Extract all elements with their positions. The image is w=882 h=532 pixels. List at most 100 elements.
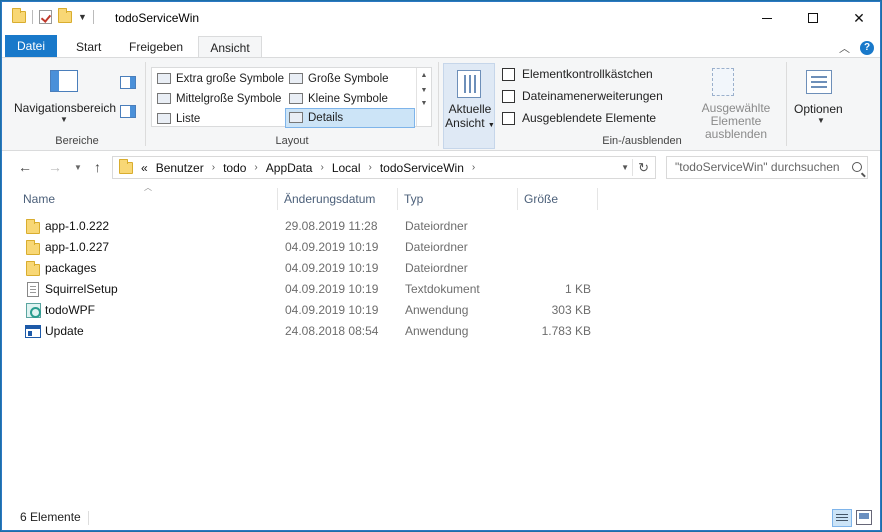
scroll-up-icon[interactable]: ▲ — [417, 72, 431, 79]
breadcrumb-overflow[interactable]: « — [141, 161, 148, 175]
back-arrow-icon[interactable]: ← — [18, 159, 32, 175]
minimize-icon — [762, 17, 772, 19]
file-size: 303 KB — [551, 303, 591, 317]
layout-large-icons[interactable]: Große Symbole — [286, 70, 414, 88]
chevron-right-icon[interactable]: › — [320, 162, 323, 173]
up-arrow-icon[interactable]: ↑ — [94, 159, 101, 175]
breadcrumb-todo[interactable]: todo — [223, 161, 246, 175]
ribbon: Navigationsbereich ▼ Bereiche Extra groß… — [2, 57, 880, 151]
file-name: SquirrelSetup — [45, 282, 118, 296]
file-row[interactable]: SquirrelSetup 04.09.2019 10:19 Textdokum… — [20, 279, 620, 300]
column-separator[interactable] — [517, 188, 518, 210]
address-history-chevron-icon[interactable]: ▼ — [621, 163, 629, 172]
chevron-down-icon[interactable]: ▼ — [60, 115, 68, 124]
search-icon[interactable] — [852, 162, 862, 172]
refresh-icon[interactable]: ↻ — [638, 160, 649, 176]
column-separator[interactable] — [597, 188, 598, 210]
file-row[interactable]: app-1.0.227 04.09.2019 10:19 Dateiordner — [20, 237, 620, 258]
checkbox[interactable] — [502, 89, 515, 103]
address-separator — [632, 159, 633, 176]
customize-toolbar-chevron-icon[interactable]: ▼ — [78, 12, 87, 22]
file-name: Update — [45, 324, 84, 338]
breadcrumb-benutzer[interactable]: Benutzer — [156, 161, 204, 175]
file-type: Textdokument — [405, 282, 480, 296]
file-type: Dateiordner — [405, 261, 468, 275]
help-icon[interactable]: ? — [860, 41, 874, 55]
chevron-right-icon[interactable]: › — [369, 162, 372, 173]
file-type: Dateiordner — [405, 240, 468, 254]
collapse-ribbon-icon[interactable]: ︿ — [839, 40, 850, 56]
details-view-icon[interactable] — [832, 509, 852, 527]
quick-access-toolbar: ▼ — [12, 8, 94, 24]
current-view-line1: Aktuelle — [448, 102, 492, 116]
file-row[interactable]: todoWPF 04.09.2019 10:19 Anwendung 303 K… — [20, 300, 620, 321]
layout-scroll[interactable]: ▲ ▼ ▼ — [416, 68, 431, 126]
navigation-pane-icon[interactable] — [50, 70, 78, 92]
chevron-right-icon[interactable]: › — [472, 162, 475, 173]
file-row[interactable]: packages 04.09.2019 10:19 Dateiordner — [20, 258, 620, 279]
tab-start[interactable]: Start — [64, 36, 113, 58]
chevron-right-icon[interactable]: › — [212, 162, 215, 173]
layout-extra-large-icons[interactable]: Extra große Symbole — [154, 70, 284, 88]
options-icon[interactable] — [806, 70, 832, 94]
column-header-size[interactable]: Größe — [524, 186, 558, 212]
preview-pane-icon[interactable] — [120, 76, 136, 89]
new-folder-icon[interactable] — [58, 8, 72, 23]
recent-locations-chevron-icon[interactable]: ▼ — [74, 163, 82, 172]
folder-icon — [26, 219, 40, 234]
navigation-pane-button[interactable]: Navigationsbereich — [14, 101, 116, 115]
layout-medium-icons[interactable]: Mittelgroße Symbole — [154, 90, 284, 108]
layout-item-label: Große Symbole — [308, 73, 389, 85]
checkbox[interactable] — [502, 67, 515, 81]
checkbox-hidden-items[interactable]: Ausgeblendete Elemente — [502, 111, 656, 125]
address-bar[interactable]: « Benutzer › todo › AppData › Local › todoSe… — [112, 156, 656, 179]
folder-icon[interactable] — [12, 8, 26, 23]
column-separator[interactable] — [397, 188, 398, 210]
tab-freigeben[interactable]: Freigeben — [117, 36, 195, 58]
tab-datei[interactable]: Datei — [5, 35, 57, 58]
layout-item-label: Liste — [176, 113, 201, 125]
status-separator — [88, 511, 89, 525]
chevron-right-icon[interactable]: › — [254, 162, 257, 173]
large-icons-view-icon[interactable] — [856, 510, 872, 525]
toolbar-separator — [32, 10, 33, 24]
checkbox[interactable] — [502, 111, 515, 125]
layout-details[interactable]: Details — [285, 108, 415, 128]
column-header-type[interactable]: Typ — [404, 186, 423, 212]
details-pane-icon[interactable] — [120, 105, 136, 118]
column-header-date[interactable]: Änderungsdatum — [284, 186, 375, 212]
extra-large-icons-icon — [157, 73, 171, 84]
current-view-line2: Ansicht — [445, 116, 485, 130]
chevron-down-icon[interactable]: ▼ — [817, 116, 825, 125]
checkbox-file-extensions[interactable]: Dateinamenerweiterungen — [502, 89, 663, 103]
options-button[interactable]: Optionen — [794, 102, 843, 116]
file-date: 24.08.2018 08:54 — [285, 324, 379, 338]
forward-arrow-icon[interactable]: → — [48, 159, 62, 175]
layout-small-icons[interactable]: Kleine Symbole — [286, 90, 414, 108]
window-title: todoServiceWin — [115, 11, 200, 25]
close-button[interactable]: ✕ — [836, 2, 880, 34]
sort-ascending-icon: ︿ — [144, 183, 152, 192]
file-row[interactable]: app-1.0.222 29.08.2019 11:28 Dateiordner — [20, 216, 620, 237]
expand-gallery-icon[interactable]: ▼ — [417, 100, 431, 107]
folder-icon — [26, 261, 40, 276]
close-icon: ✕ — [853, 9, 865, 26]
breadcrumb-appdata[interactable]: AppData — [266, 161, 313, 175]
maximize-button[interactable] — [790, 2, 836, 34]
search-input[interactable]: "todoServiceWin" durchsuchen — [666, 156, 868, 179]
file-row[interactable]: Update 24.08.2018 08:54 Anwendung 1.783 … — [20, 321, 620, 342]
minimize-button[interactable] — [744, 2, 790, 34]
tab-ansicht[interactable]: Ansicht — [198, 36, 262, 58]
column-header-name[interactable]: Name — [23, 186, 55, 212]
checkbox-item-checkboxes[interactable]: Elementkontrollkästchen — [502, 67, 653, 81]
scroll-down-icon[interactable]: ▼ — [417, 87, 431, 94]
properties-icon[interactable] — [39, 10, 52, 24]
toolbar-separator — [92, 10, 94, 24]
breadcrumb-local[interactable]: Local — [332, 161, 361, 175]
layout-list[interactable]: Liste — [154, 110, 284, 128]
column-separator[interactable] — [277, 188, 278, 210]
update-app-icon — [25, 325, 41, 338]
file-date: 04.09.2019 10:19 — [285, 240, 379, 254]
current-view-button[interactable]: Aktuelle Ansicht ▼ — [443, 63, 495, 149]
breadcrumb-todoservicewin[interactable]: todoServiceWin — [380, 161, 464, 175]
